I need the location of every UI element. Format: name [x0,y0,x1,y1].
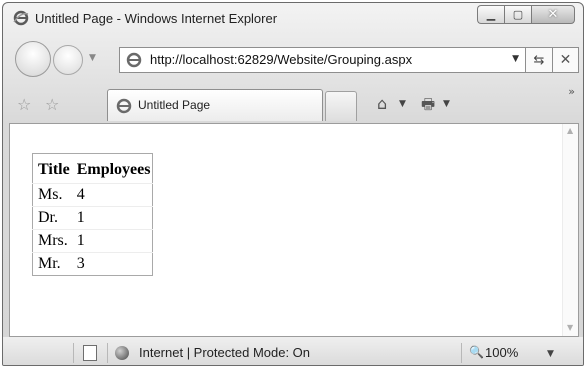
employees-cell: 1 [71,229,153,253]
stop-button[interactable]: ✕ [553,47,579,73]
title-cell: Dr. [32,206,72,230]
minimize-button[interactable]: ▁ [477,5,504,24]
new-tab-button[interactable] [325,91,357,121]
address-bar[interactable]: http://localhost:62829/Website/Grouping.… [119,47,526,73]
vertical-scrollbar[interactable]: ▲ ▼ [562,124,578,336]
employees-cell: 4 [71,183,153,207]
home-chevron-down-icon[interactable]: ▼ [399,99,406,109]
status-divider [73,343,74,363]
table-row: Dr. 1 [32,206,153,230]
close-button[interactable]: ✕ [531,5,575,24]
title-cell: Ms. [32,183,72,207]
page-status-icon [83,345,97,361]
recent-pages-chevron-down-icon[interactable]: ▼ [89,53,96,63]
window-title: Untitled Page - Windows Internet Explore… [35,11,278,26]
tab-untitled-page[interactable]: Untitled Page [107,89,323,121]
minimize-icon: ▁ [486,8,496,21]
title-cell: Mr. [32,252,72,276]
printer-icon[interactable]: 🖶 [421,94,435,119]
refresh-button[interactable]: ⇆ [525,47,553,73]
magnifier-icon[interactable]: 🔍 [469,345,484,359]
grouping-table: Title Employees Ms. 4 Dr. 1 Mrs. 1 Mr. 3 [32,153,154,276]
table-row: Mr. 3 [32,252,153,276]
window-controls: ▁ ▢ ✕ [477,5,575,24]
print-chevron-down-icon[interactable]: ▼ [443,99,450,109]
employees-cell: 1 [71,206,153,230]
employees-cell: 3 [71,252,153,276]
refresh-icon: ⇆ [533,52,545,68]
table-row: Ms. 4 [32,183,153,207]
title-cell: Mrs. [32,229,72,253]
more-tools-chevron-icon[interactable]: » [568,85,575,98]
stop-x-icon: ✕ [559,52,572,68]
ie-logo-icon [13,10,29,26]
maximize-icon: ▢ [512,8,524,21]
tab-bar: ☆ ☆ Untitled Page ⌂ ▼ 🖶 ▼ » [3,85,583,123]
globe-icon [115,346,129,360]
home-icon[interactable]: ⌂ [377,94,387,113]
maximize-button[interactable]: ▢ [504,5,531,24]
address-chevron-down-icon[interactable]: ▼ [512,54,519,64]
add-favorite-icon[interactable]: ☆ [45,95,59,114]
navigation-bar: ▼ http://localhost:62829/Website/Groupin… [3,39,583,81]
page-content: Title Employees Ms. 4 Dr. 1 Mrs. 1 Mr. 3… [9,123,579,337]
scroll-down-icon[interactable]: ▼ [567,323,573,332]
tab-label: Untitled Page [138,98,211,112]
url-input[interactable]: http://localhost:62829/Website/Grouping.… [150,52,412,67]
status-divider [107,343,108,363]
title-bar: Untitled Page - Windows Internet Explore… [3,3,583,33]
ie-tab-icon [116,98,132,114]
table-header-row: Title Employees [33,154,153,184]
status-bar: Internet | Protected Mode: On 🔍 100% ▼ [3,337,583,365]
zoom-level[interactable]: 100% [485,345,518,360]
scroll-up-icon[interactable]: ▲ [567,126,573,135]
ie-page-icon [126,52,142,68]
zoom-chevron-down-icon[interactable]: ▼ [547,349,554,359]
column-header-title: Title [38,161,70,178]
status-divider [461,343,462,363]
column-header-employees: Employees [76,161,151,178]
back-button[interactable] [15,41,51,77]
favorites-star-icon[interactable]: ☆ [17,95,31,114]
close-icon: ✕ [547,7,559,22]
browser-window: Untitled Page - Windows Internet Explore… [2,2,584,366]
table-row: Mrs. 1 [32,229,153,253]
forward-button[interactable] [53,45,83,75]
security-zone-label[interactable]: Internet | Protected Mode: On [139,345,310,360]
